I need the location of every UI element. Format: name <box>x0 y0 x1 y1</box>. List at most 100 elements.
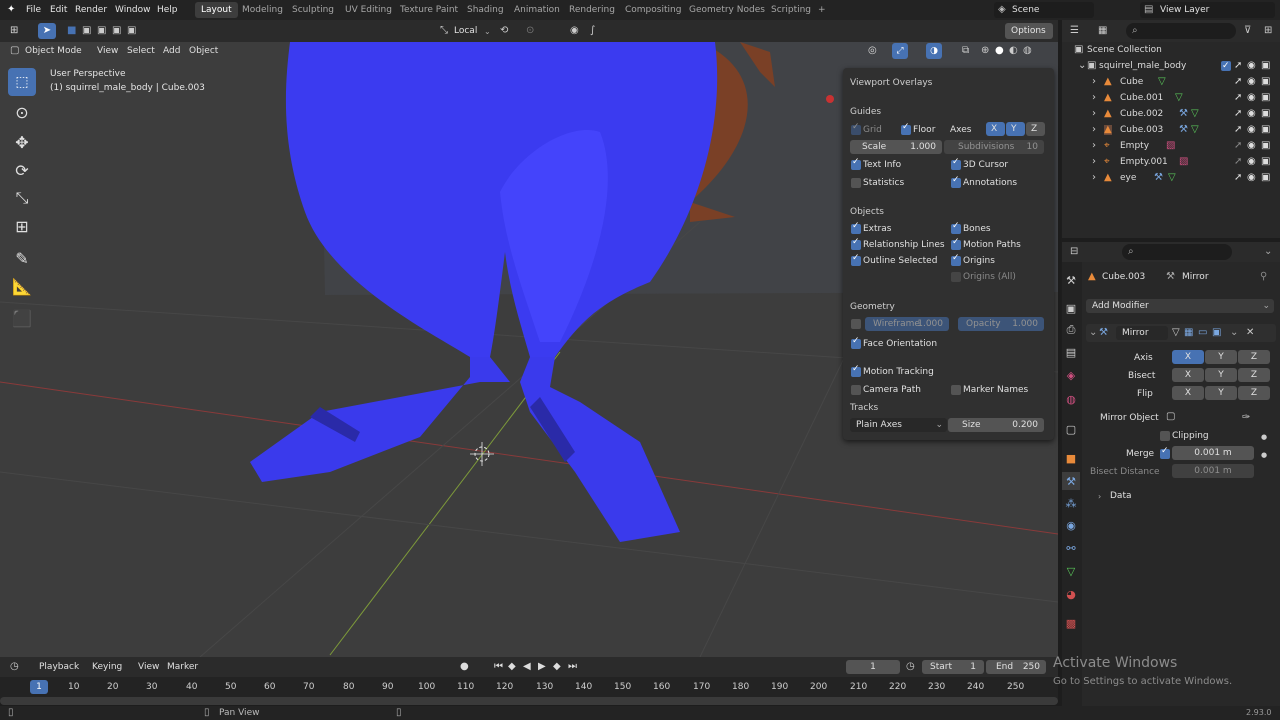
world-tab-icon[interactable]: ◍ <box>1062 390 1080 408</box>
cursor-tool-icon[interactable]: ⊙ <box>8 98 36 126</box>
text-info-checkbox[interactable] <box>851 157 861 170</box>
mode-dropdown[interactable]: Object Mode <box>22 43 88 59</box>
pivot-icon[interactable]: ⟲ <box>500 26 508 36</box>
data-subpanel[interactable]: Data <box>1110 491 1132 501</box>
tool-tab-icon[interactable]: ⚒ <box>1062 271 1080 289</box>
axis-x-toggle[interactable]: X <box>986 122 1005 136</box>
render-tab-icon[interactable]: ▣ <box>1062 299 1080 317</box>
jump-start-icon[interactable]: ⏮ <box>494 662 503 672</box>
gizmo-toggle-icon[interactable]: ⤢ <box>892 43 908 59</box>
modifier-header[interactable]: ⌄ ⚒ Mirror ▽ ▦ ▭ ▣ ⌄ ✕ <box>1086 324 1276 342</box>
eye-icon[interactable]: ◉ <box>1247 141 1256 151</box>
outliner-item[interactable]: › ▲ Cube.003 ⚒ ▽ ➚ ◉ ▣ <box>1062 122 1280 138</box>
outliner-search-input[interactable]: ⌕ <box>1126 23 1236 39</box>
menu-render[interactable]: Render <box>70 0 112 20</box>
chevron-down-icon[interactable]: ⌄ <box>1089 328 1097 338</box>
marker-names-checkbox[interactable] <box>951 385 961 395</box>
tab-shading[interactable]: Shading <box>461 2 510 18</box>
orientation-dropdown[interactable]: Local ⌄ <box>452 23 494 39</box>
falloff-icon[interactable]: ∫ <box>590 26 595 36</box>
select-arrow-icon[interactable]: ➚ <box>1234 141 1242 151</box>
scene-tab-icon[interactable]: ◈ <box>1062 366 1080 384</box>
rotate-tool-icon[interactable]: ⟳ <box>8 156 36 184</box>
properties-editor-icon[interactable]: ⊟ <box>1070 247 1078 257</box>
tab-sculpting[interactable]: Sculpting <box>286 2 340 18</box>
material-shading-icon[interactable]: ◐ <box>1009 46 1018 56</box>
eye-icon[interactable]: ◉ <box>1247 125 1256 135</box>
camera-path-checkbox[interactable] <box>851 385 861 395</box>
outliner-item[interactable]: › ▲ Cube.002 ⚒ ▽ ➚ ◉ ▣ <box>1062 106 1280 122</box>
outliner-item[interactable]: › ⌖ Empty ▧ ➚ ◉ ▣ <box>1062 138 1280 154</box>
camera-icon[interactable]: ▣ <box>1261 141 1270 151</box>
current-frame-field[interactable]: 1 <box>846 660 900 674</box>
material-tab-icon[interactable]: ◕ <box>1062 585 1080 603</box>
timeline-scrollbar[interactable] <box>0 697 1058 705</box>
display-mode-icon[interactable]: ▦ <box>1098 26 1107 36</box>
select-arrow-icon[interactable]: ➚ <box>1234 173 1242 183</box>
jump-end-icon[interactable]: ⏭ <box>568 662 577 672</box>
solid-shading-icon[interactable]: ● <box>995 46 1004 56</box>
tab-compositing[interactable]: Compositing <box>619 2 687 18</box>
eye-icon[interactable]: ◉ <box>1247 157 1256 167</box>
tab-geometry-nodes[interactable]: Geometry Nodes <box>683 2 771 18</box>
wireframe-shading-icon[interactable]: ⊕ <box>981 46 989 56</box>
eye-icon[interactable]: ◉ <box>1247 61 1256 71</box>
filter-icon[interactable]: ⊽ <box>1244 26 1251 36</box>
realtime-icon[interactable]: ▭ <box>1198 328 1207 338</box>
menu-file[interactable]: File <box>21 0 46 20</box>
mode-intersect-icon[interactable]: ▣ <box>127 26 136 36</box>
mode-subtract-icon[interactable]: ▣ <box>97 26 106 36</box>
render-icon[interactable]: ▣ <box>1212 328 1221 338</box>
axis-y-toggle[interactable]: Y <box>1006 122 1025 136</box>
bisect-y-toggle[interactable]: Y <box>1205 368 1237 382</box>
add-modifier-dropdown[interactable]: Add Modifier ⌄ <box>1086 299 1274 313</box>
wireframe-checkbox[interactable] <box>851 319 861 329</box>
tab-layout[interactable]: Layout <box>195 2 238 18</box>
xray-icon[interactable]: ⧉ <box>962 46 969 56</box>
menu-help[interactable]: Help <box>152 0 183 20</box>
modifier-tab-icon[interactable]: ⚒ <box>1062 472 1080 490</box>
collection-tab-icon[interactable]: ▢ <box>1062 420 1080 438</box>
select-arrow-icon[interactable]: ➚ <box>1234 157 1242 167</box>
face-orientation-checkbox[interactable] <box>851 336 861 349</box>
visibility-icon[interactable]: ◎ <box>868 46 877 56</box>
3d-cursor-checkbox[interactable] <box>951 157 961 170</box>
chevron-down-icon[interactable]: ⌄ <box>1264 247 1272 257</box>
eye-icon[interactable]: ◉ <box>1247 77 1256 87</box>
chevron-down-icon[interactable]: ⌄ <box>1230 328 1238 338</box>
physics-tab-icon[interactable]: ◉ <box>1062 516 1080 534</box>
select-arrow-icon[interactable]: ➚ <box>1234 77 1242 87</box>
subdivisions-field[interactable]: Subdivisions 10 <box>944 140 1044 154</box>
output-tab-icon[interactable]: ⎙ <box>1062 321 1080 339</box>
keyframe-dot-icon[interactable]: ● <box>1261 450 1267 460</box>
tab-scripting[interactable]: Scripting <box>765 2 817 18</box>
camera-icon[interactable]: ▣ <box>1261 173 1270 183</box>
camera-icon[interactable]: ▣ <box>1261 61 1270 71</box>
tab-texture-paint[interactable]: Texture Paint <box>394 2 464 18</box>
relationship-lines-checkbox[interactable] <box>851 237 861 250</box>
annotations-checkbox[interactable] <box>951 175 961 188</box>
merge-checkbox[interactable] <box>1160 446 1170 459</box>
clipping-checkbox[interactable] <box>1160 431 1170 441</box>
select-box-tool-icon[interactable]: ⬚ <box>8 68 36 96</box>
measure-tool-icon[interactable]: 📐 <box>8 272 36 300</box>
axis-z-toggle[interactable]: Z <box>1238 350 1270 364</box>
eyedropper-icon[interactable]: ✑ <box>1242 413 1250 423</box>
mode-new-icon[interactable]: ■ <box>67 26 76 36</box>
options-dropdown[interactable]: Options <box>1005 23 1053 39</box>
tab-rendering[interactable]: Rendering <box>563 2 621 18</box>
bisect-distance-field[interactable]: 0.001 m <box>1172 464 1254 478</box>
statistics-checkbox[interactable] <box>851 178 861 188</box>
start-frame-field[interactable]: Start 1 <box>922 660 984 674</box>
tab-uv-editing[interactable]: UV Editing <box>339 2 398 18</box>
bisect-x-toggle[interactable]: X <box>1172 368 1204 382</box>
tab-modeling[interactable]: Modeling <box>236 2 289 18</box>
camera-icon[interactable]: ▣ <box>1261 157 1270 167</box>
record-icon[interactable]: ● <box>460 662 469 672</box>
grid-checkbox[interactable] <box>851 122 861 135</box>
mirror-object-field[interactable]: ▢ <box>1162 410 1242 424</box>
menu-marker[interactable]: Marker <box>167 662 198 672</box>
constraints-tab-icon[interactable]: ⚯ <box>1062 539 1080 557</box>
extras-checkbox[interactable] <box>851 221 861 234</box>
chevron-right-icon[interactable]: › <box>1098 492 1101 502</box>
